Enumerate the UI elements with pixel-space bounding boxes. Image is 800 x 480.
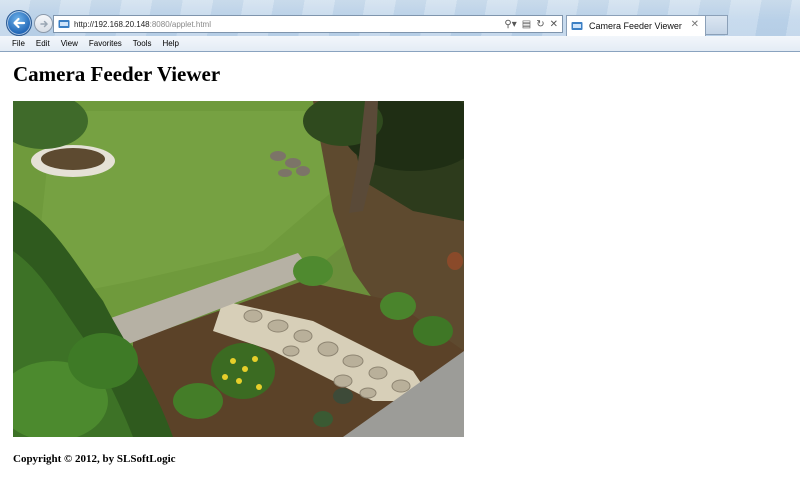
menu-view[interactable]: View [61, 39, 78, 48]
forward-arrow-icon [39, 20, 48, 27]
menu-help[interactable]: Help [162, 39, 178, 48]
site-icon [58, 20, 70, 28]
menu-edit[interactable]: Edit [36, 39, 50, 48]
new-tab-button[interactable] [706, 15, 728, 35]
camera-feed-image [13, 101, 464, 437]
menu-tools[interactable]: Tools [133, 39, 152, 48]
compatibility-view-icon[interactable]: ▤ [522, 17, 531, 32]
close-icon[interactable]: ✕ [691, 19, 699, 30]
search-icon[interactable]: ⚲▾ [504, 17, 516, 32]
back-button[interactable] [6, 10, 32, 36]
stop-icon[interactable]: ✕ [550, 17, 558, 32]
menu-favorites[interactable]: Favorites [89, 39, 122, 48]
page-title: Camera Feeder Viewer [13, 62, 221, 86]
menu-bar: File Edit View Favorites Tools Help [0, 36, 800, 51]
forward-button[interactable] [34, 14, 53, 33]
address-bar[interactable]: http://192.168.20.148:8080/applet.html ⚲… [53, 15, 563, 33]
menu-file[interactable]: File [12, 39, 25, 48]
tab-label: Camera Feeder Viewer [589, 21, 682, 31]
tab-camera-feeder-viewer[interactable]: Camera Feeder Viewer ✕ [566, 15, 706, 36]
refresh-icon[interactable]: ↻ [536, 17, 544, 32]
address-url: http://192.168.20.148:8080/applet.html [74, 19, 211, 29]
browser-chrome: http://192.168.20.148:8080/applet.html ⚲… [0, 0, 800, 52]
address-actions: ⚲▾ ▤ ↻ ✕ [504, 17, 558, 32]
site-icon [571, 22, 583, 30]
back-arrow-icon [13, 17, 26, 29]
copyright-footer: Copyright © 2012, by SLSoftLogic [13, 453, 176, 465]
